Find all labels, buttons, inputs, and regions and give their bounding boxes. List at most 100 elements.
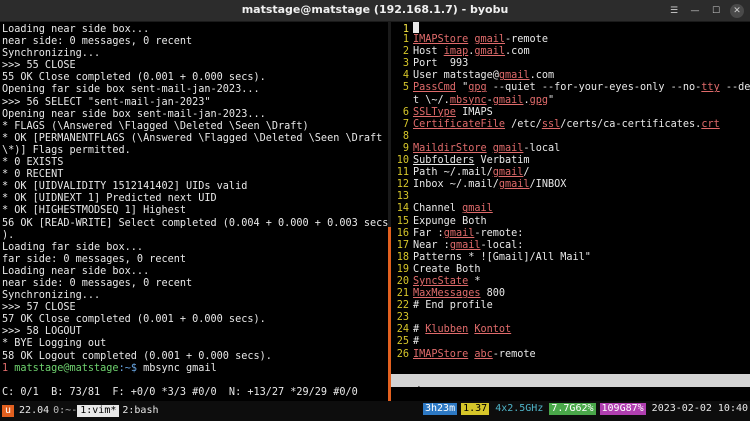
terminal-output-line: >>> 55 CLOSE (2, 60, 76, 72)
vim-line[interactable]: 22 # End profile (391, 300, 750, 312)
vim-pane-right[interactable]: 1 1 IMAPStore gmail-remote 2 Host imap.gmail… (391, 22, 750, 401)
vim-line[interactable]: 26 IMAPStore abc-remote (391, 349, 750, 361)
vim-line-number: 10 (396, 155, 409, 167)
terminal-output-line: Loading near side box... (2, 265, 150, 277)
vim-line-number: 24 (396, 324, 409, 336)
vim-line-text: Path ~/.mail/gmail/ (413, 167, 530, 179)
vim-line-number: 4 (402, 70, 409, 82)
byobu-status-bar: u 22.04 0:~- 1:vim* 2:bash 3h23m 1.37 4x… (0, 401, 750, 421)
terminal-output-line: near side: 0 messages, 0 recent (2, 36, 193, 48)
vim-line[interactable]: 21 MaxMessages 800 (391, 288, 750, 300)
vim-line-number: 7 (402, 118, 409, 130)
terminal-output-line: far side: 0 messages, 0 recent (2, 253, 187, 265)
terminal-output-line: >>> 56 SELECT "sent-mail-jan-2023" (2, 96, 211, 108)
vim-line-text: Far :gmail-remote: (413, 227, 524, 239)
vim-line-number: 2 (402, 46, 409, 58)
release-label: 22.04 (19, 404, 50, 416)
hamburger-menu-icon[interactable]: ☰ (667, 4, 681, 18)
minimize-icon[interactable]: — (688, 4, 702, 18)
vim-line[interactable]: 23 (391, 312, 750, 324)
terminal-output-line: Opening far side box sent-mail-jan-2023.… (2, 84, 260, 96)
vim-line[interactable]: 14 Channel gmail (391, 203, 750, 215)
shell-prompt-line[interactable]: 1 matstage@matstage:~$ mbsync gmail (2, 363, 386, 375)
vim-line-text: Inbox ~/.mail/gmail/INBOX (413, 179, 567, 191)
terminal-output-line: ). (2, 229, 15, 241)
vim-line-number: 8 (402, 130, 409, 142)
vim-line-number: 26 (396, 348, 409, 360)
vim-line[interactable]: 6 SSLType IMAPS (391, 107, 750, 119)
vim-line[interactable]: 7 CertificateFile /etc/ssl/certs/ca-certi… (391, 119, 750, 131)
prompt-path: :~$ (118, 362, 144, 374)
vim-line-text: CertificateFile /etc/ssl/certs/ca-certif… (413, 118, 720, 130)
vim-line[interactable]: 2 Host imap.gmail.com (391, 46, 750, 58)
vim-line[interactable]: 18 Patterns * ![Gmail]/All Mail" (391, 252, 750, 264)
vim-line[interactable]: 24 # Klubben Kontot (391, 324, 750, 336)
prompt-number: 1 (2, 362, 9, 374)
maximize-icon[interactable]: ☐ (709, 4, 723, 18)
vim-statusline: .mbsyncrc 1,0-1 (391, 374, 750, 409)
vim-line-number: 22 (396, 300, 409, 312)
uptime-indicator: 3h23m (422, 403, 458, 416)
window-title: matstage@matstage (192.168.1.7) - byobu (241, 3, 509, 17)
vim-line[interactable]: 17 Near :gmail-local: (391, 240, 750, 252)
vim-line-text: Port 993 (413, 58, 469, 70)
vim-line[interactable]: 1 IMAPStore gmail-remote (391, 34, 750, 46)
window-controls: ☰ — ☐ ✕ (667, 4, 744, 18)
vim-line-number: 25 (396, 336, 409, 348)
vim-line-number: 5 (402, 82, 409, 94)
terminal-output-line: 57 OK Close completed (0.001 + 0.000 sec… (2, 314, 266, 326)
vim-line[interactable]: 25 # (391, 336, 750, 348)
vim-line[interactable]: 8 (391, 131, 750, 143)
window-titlebar: matstage@matstage (192.168.1.7) - byobu … (0, 0, 750, 22)
vim-line[interactable]: 11 Path ~/.mail/gmail/ (391, 167, 750, 179)
terminal-pane-left[interactable]: Loading near side box... near side: 0 mes… (0, 22, 388, 401)
vim-line[interactable]: 5 PassCmd "gpg --quiet --for-your-eyes-on… (391, 82, 750, 94)
terminal-output-line: \*)] Flags permitted. (2, 144, 131, 156)
vim-line[interactable]: 13 (391, 191, 750, 203)
vim-line-number: 6 (402, 106, 409, 118)
vim-line-number: 12 (396, 179, 409, 191)
terminal-output-line: Synchronizing... (2, 290, 101, 302)
vim-line-text: # Klubben Kontot (413, 324, 512, 336)
terminal-output-line: Synchronizing... (2, 48, 101, 60)
window-tab-bash[interactable]: 2:bash (119, 405, 161, 417)
vim-line[interactable]: 3 Port 993 (391, 58, 750, 70)
vim-line-text: SyncState * (413, 275, 481, 287)
vim-line[interactable]: 19 Create Both (391, 264, 750, 276)
terminal-output-line: * OK [PERMANENTFLAGS (\Answered \Flagged… (2, 132, 383, 144)
terminal-output-line: * BYE Logging out (2, 338, 107, 350)
vim-line-text: MaildirStore gmail-local (413, 142, 561, 154)
prompt-user: matstage@matstage (14, 362, 119, 374)
close-icon[interactable]: ✕ (730, 4, 744, 18)
sync-progress-line: C: 0/1 B: 73/81 F: +0/0 *3/3 #0/0 N: +13… (2, 386, 358, 398)
cpu-indicator: 4x2.5GHz (495, 403, 544, 414)
vim-line[interactable]: 4 User matstage@gmail.com (391, 70, 750, 82)
vim-line-text: Expunge Both (413, 215, 487, 227)
vim-line[interactable]: 15 Expunge Both (391, 216, 750, 228)
vim-line[interactable]: 20 SyncState * (391, 276, 750, 288)
vim-line-number: 3 (402, 58, 409, 70)
vim-line[interactable]: 10 Subfolders Verbatim (391, 155, 750, 167)
terminal-output-line: * OK [UIDNEXT 1] Predicted next UID (2, 193, 217, 205)
terminal-output-line: near side: 0 messages, 0 recent (2, 277, 193, 289)
vim-line-text: IMAPStore gmail-remote (413, 34, 548, 46)
terminal-output-line: * OK [HIGHESTMODSEQ 1] Highest (2, 205, 187, 217)
terminal-output-line: 55 OK Close completed (0.001 + 0.000 sec… (2, 72, 266, 84)
vim-line-number: 16 (396, 227, 409, 239)
vim-line[interactable]: 9 MaildirStore gmail-local (391, 143, 750, 155)
vim-line-text: PassCmd "gpg --quiet --for-your-eyes-onl… (413, 82, 750, 94)
vim-line-number: 13 (396, 191, 409, 203)
load-indicator: 1.37 (461, 403, 490, 416)
vim-line[interactable]: 12 Inbox ~/.mail/gmail/INBOX (391, 179, 750, 191)
vim-line-number: 20 (396, 275, 409, 287)
vim-line-text: User matstage@gmail.com (413, 70, 555, 82)
datetime-label: 2023-02-02 10:40 (651, 403, 748, 414)
ubuntu-badge: u (2, 404, 15, 418)
vim-line[interactable]: t \~/.mbsync-gmail.gpg" (391, 95, 750, 107)
terminal-output-line: * OK [UIDVALIDITY 1512141402] UIDs valid (2, 181, 248, 193)
window-tab-vim[interactable]: 1:vim* (77, 404, 120, 418)
vim-line[interactable]: 16 Far :gmail-remote: (391, 228, 750, 240)
vim-line-number: 11 (396, 167, 409, 179)
vim-line[interactable]: 1 (391, 22, 750, 35)
